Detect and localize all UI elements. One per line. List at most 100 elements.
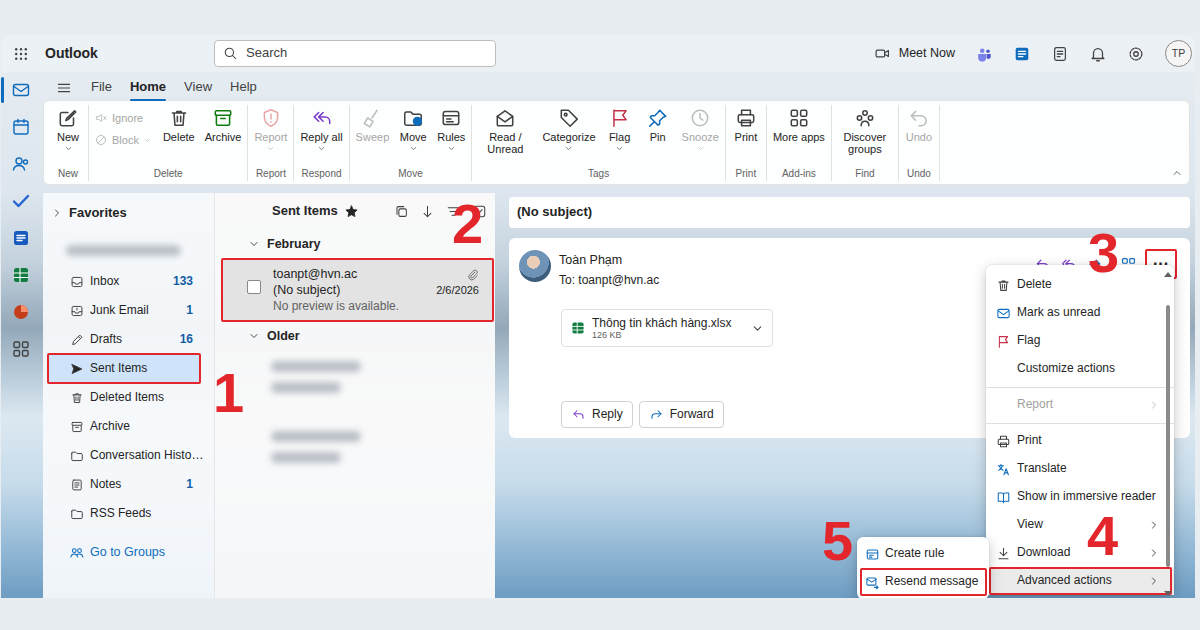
menu-item[interactable]: View: [986, 511, 1174, 539]
moreapps-button[interactable]: More apps: [770, 105, 828, 155]
favorites-header[interactable]: Favorites: [43, 199, 214, 227]
rail-app-button[interactable]: [1, 117, 41, 137]
go-to-groups-link[interactable]: Go to Groups: [43, 538, 214, 567]
print-button[interactable]: Print: [729, 105, 763, 155]
folder-item[interactable]: RSS Feeds: [48, 499, 200, 528]
reply-button[interactable]: Reply: [561, 401, 633, 428]
submenu-item[interactable]: Resend message: [857, 568, 989, 596]
my-day-button[interactable]: [1013, 45, 1031, 63]
message-item[interactable]: toanpt@hvn.ac(No subject)No preview is a…: [222, 259, 493, 321]
undo-button[interactable]: Undo: [902, 105, 936, 155]
folder-label: Conversation Histo…: [90, 448, 203, 464]
expand-toggle[interactable]: [248, 330, 260, 342]
discover-button[interactable]: Discover groups: [835, 105, 895, 167]
rail-app-button[interactable]: [1, 80, 41, 100]
expand-toggle[interactable]: [51, 207, 63, 219]
menu-scrollbar[interactable]: [1164, 269, 1172, 595]
rail-app-button[interactable]: [1, 339, 41, 359]
folder-item[interactable]: Notes1: [48, 470, 200, 499]
menu-item[interactable]: Translate: [986, 455, 1174, 483]
favorites-label: Favorites: [69, 205, 127, 222]
filter-button[interactable]: [446, 204, 461, 219]
people-icon: [11, 154, 31, 174]
folder-item[interactable]: Conversation Histo…: [48, 441, 200, 470]
profile-avatar[interactable]: TP: [1165, 40, 1192, 67]
button-label: Read / Unread: [478, 131, 532, 155]
replyall-button[interactable]: Reply all: [297, 105, 345, 155]
flag-button[interactable]: Flag: [603, 105, 637, 155]
button-label: Snooze: [682, 131, 719, 143]
pin-button[interactable]: Pin: [641, 105, 675, 155]
archive-button[interactable]: Archive: [202, 105, 245, 155]
forward-button[interactable]: Forward: [639, 401, 724, 428]
recipient-address[interactable]: toanpt@hvn.ac: [578, 273, 659, 287]
menu-item[interactable]: Customize actions: [986, 355, 1174, 383]
notifications-button[interactable]: [1089, 45, 1107, 63]
sort-button[interactable]: [420, 204, 435, 219]
ribbon-group: Discover groupsFind: [832, 105, 899, 181]
folder-item[interactable]: Archive: [48, 412, 200, 441]
rail-app-button[interactable]: [1, 265, 41, 285]
submenu-item[interactable]: Create rule: [857, 540, 989, 568]
message-group-header[interactable]: Older: [215, 321, 495, 351]
search-box[interactable]: [214, 40, 496, 67]
menu-item-glyph: [996, 490, 1011, 505]
menu-item[interactable]: Download: [986, 539, 1174, 567]
ribbon-group: Reply allRespond: [294, 105, 349, 181]
menu-toggle[interactable]: [56, 80, 72, 96]
ignore-button[interactable]: Ignore: [94, 111, 152, 125]
rail-app-button[interactable]: [1, 302, 41, 322]
menu-item[interactable]: Print: [986, 427, 1174, 455]
rail-app-button[interactable]: [1, 228, 41, 248]
report-button[interactable]: Report: [251, 105, 290, 155]
folder-item[interactable]: Deleted Items: [48, 383, 200, 412]
meet-now-button[interactable]: Meet Now: [874, 45, 955, 62]
blurred-message[interactable]: [271, 431, 483, 483]
folder-item[interactable]: Drafts16: [48, 325, 200, 354]
read-button[interactable]: Read / Unread: [475, 105, 535, 167]
rules-button[interactable]: Rules: [434, 105, 468, 155]
favorite-toggle[interactable]: [344, 204, 359, 219]
rail-app-button[interactable]: [1, 154, 41, 174]
menu-item[interactable]: Show in immersive reader: [986, 483, 1174, 511]
notes-button[interactable]: [1051, 45, 1069, 63]
message-group-header[interactable]: February: [215, 229, 495, 259]
attachment-chip[interactable]: Thông tin khách hàng.xlsx126 KB: [561, 309, 773, 347]
folder-item[interactable]: Junk Email1: [48, 296, 200, 325]
teams-button[interactable]: [975, 45, 993, 63]
menu-item[interactable]: Advanced actions: [986, 567, 1174, 595]
settings-button[interactable]: [1127, 45, 1145, 63]
delete-button[interactable]: Delete: [160, 105, 198, 155]
block-button[interactable]: Block: [94, 133, 152, 147]
blurred-message[interactable]: [271, 361, 483, 413]
ribbon-group-label: Add-ins: [782, 168, 816, 179]
ribbon-tab[interactable]: View: [175, 76, 221, 99]
conversation-view-button[interactable]: [394, 204, 409, 219]
select-button[interactable]: [472, 204, 487, 219]
account-name[interactable]: [43, 227, 214, 267]
menu-item[interactable]: Delete: [986, 271, 1174, 299]
folder-item[interactable]: Sent Items: [48, 354, 200, 383]
sender-avatar[interactable]: [519, 250, 551, 282]
menu-item[interactable]: Flag: [986, 327, 1174, 355]
expand-toggle[interactable]: [248, 238, 260, 250]
ribbon-tab[interactable]: Help: [221, 76, 266, 99]
ribbon-tab[interactable]: Home: [121, 76, 175, 99]
message-checkbox[interactable]: [247, 280, 261, 294]
collapse-ribbon[interactable]: [1171, 167, 1183, 183]
app-launcher[interactable]: [1, 35, 41, 72]
snooze-button[interactable]: Snooze: [679, 105, 722, 155]
new-button[interactable]: New: [51, 105, 85, 155]
button-label: Categorize: [542, 131, 595, 143]
search-input[interactable]: [246, 45, 487, 62]
menu-item[interactable]: Mark as unread: [986, 299, 1174, 327]
ribbon-tab[interactable]: File: [82, 76, 121, 99]
sweep-button[interactable]: Sweep: [353, 105, 393, 155]
menu-item[interactable]: Report: [986, 391, 1174, 419]
move-button[interactable]: Move: [396, 105, 430, 155]
rail-app-button[interactable]: [1, 191, 41, 211]
sender-name[interactable]: Toàn Phạm: [559, 253, 622, 267]
categorize-button[interactable]: Categorize: [539, 105, 598, 155]
folder-item[interactable]: Inbox133: [48, 267, 200, 296]
attachment-menu[interactable]: [751, 322, 764, 335]
